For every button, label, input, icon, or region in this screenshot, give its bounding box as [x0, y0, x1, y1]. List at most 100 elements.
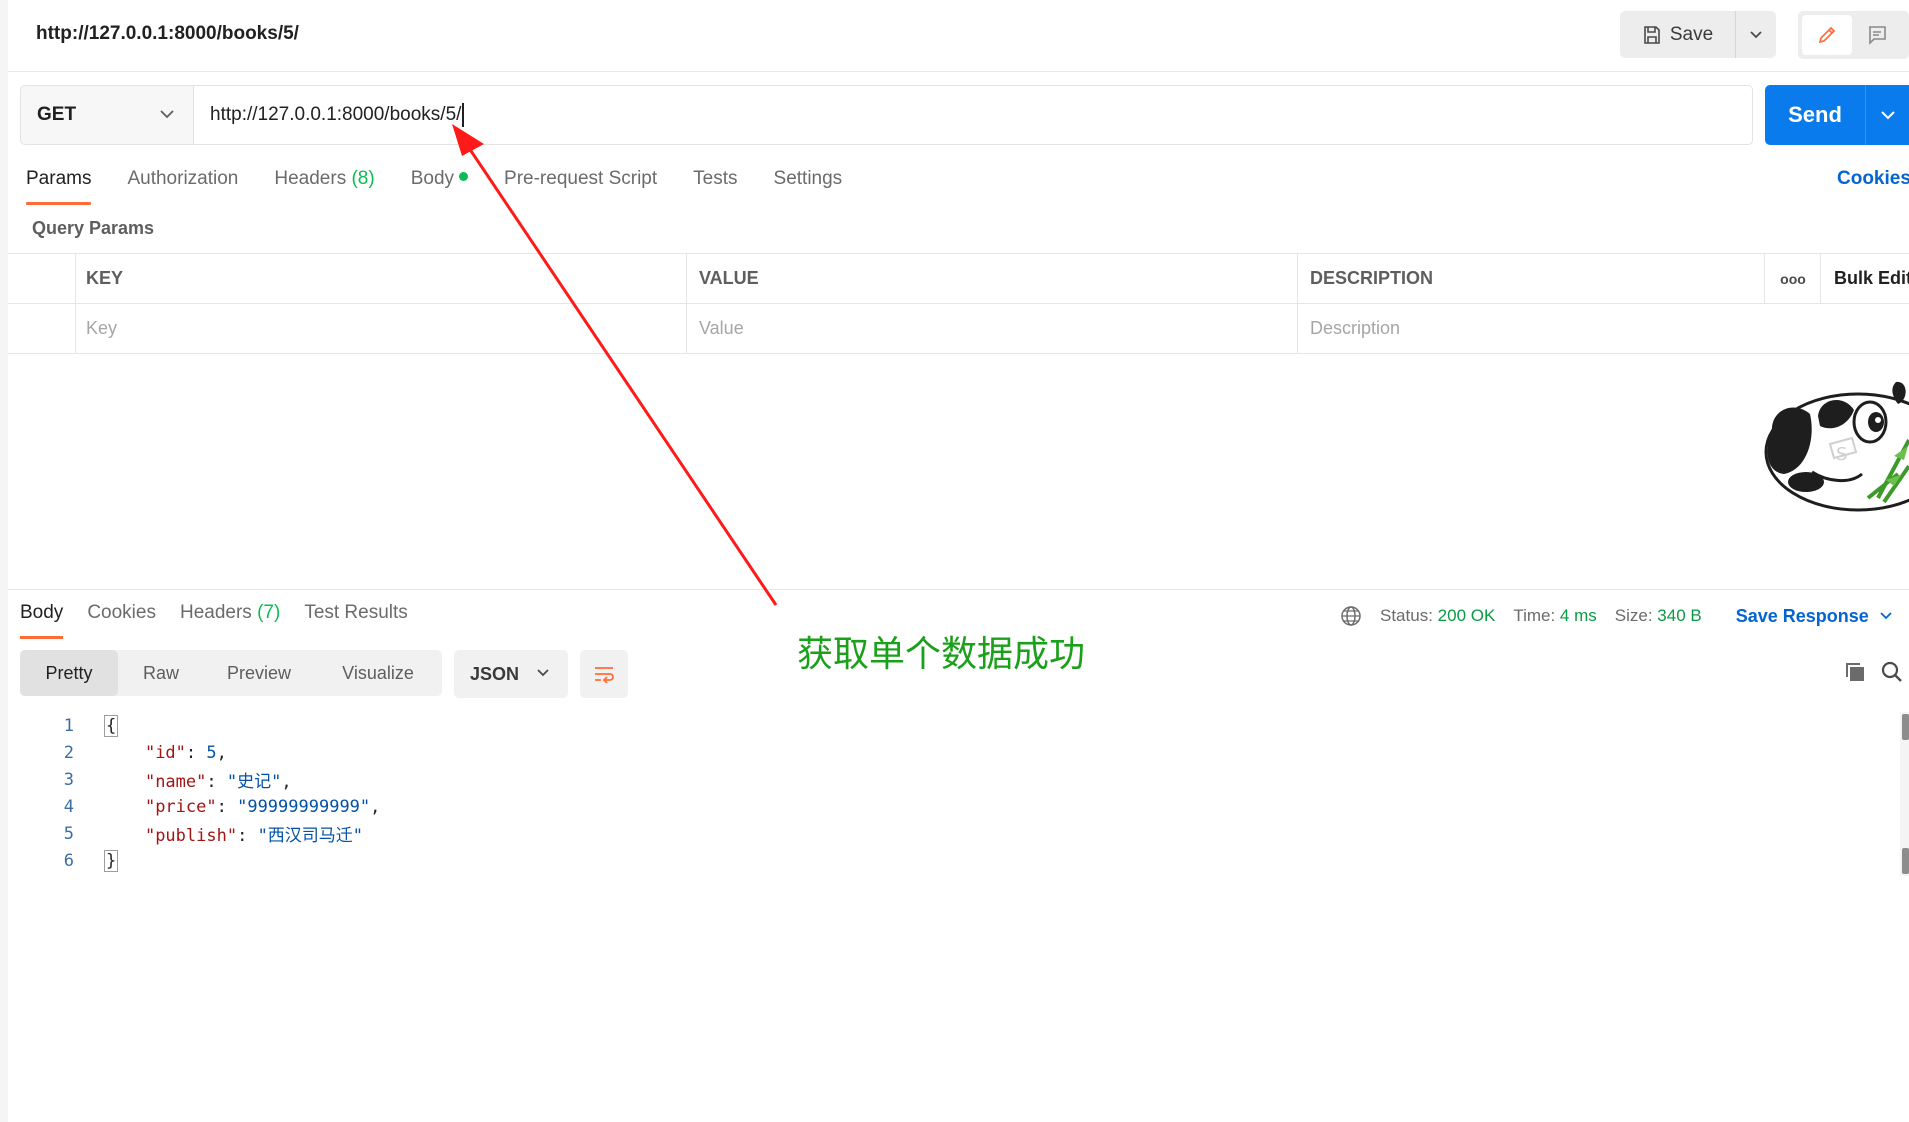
column-divider: [75, 254, 76, 354]
tab-headers[interactable]: Headers (8): [274, 168, 374, 204]
time-indicator[interactable]: Time: 4 ms: [1513, 606, 1596, 626]
description-input[interactable]: Description: [1298, 304, 1898, 353]
save-dropdown-button[interactable]: [1735, 11, 1776, 58]
wrap-lines-icon: [595, 667, 614, 684]
tab-label: Params: [26, 168, 92, 189]
send-label: Send: [1788, 102, 1842, 127]
format-select[interactable]: JSON: [454, 650, 568, 698]
tab-label: Body: [410, 168, 455, 189]
tab-tests[interactable]: Tests: [693, 168, 737, 204]
tab-settings[interactable]: Settings: [774, 168, 843, 204]
column-divider: [1820, 254, 1821, 304]
postman-window: http://127.0.0.1:8000/books/5/ Save GET …: [0, 0, 1909, 1122]
send-dropdown-button[interactable]: [1865, 85, 1909, 145]
status-value: 200 OK: [1437, 606, 1496, 625]
status-indicator[interactable]: Status: 200 OK: [1380, 606, 1495, 626]
format-value: JSON: [470, 663, 520, 684]
save-disk-icon: [1644, 25, 1660, 44]
wrap-lines-button[interactable]: [580, 650, 628, 698]
code-line: 3 "name": "史记",: [20, 766, 1880, 793]
line-number: 5: [63, 823, 74, 844]
query-params-table: KEY VALUE DESCRIPTION ooo Bulk Edit Key …: [8, 253, 1909, 354]
response-tab-body[interactable]: Body: [20, 602, 64, 639]
scrollbar-thumb[interactable]: [1902, 848, 1909, 874]
size-value: 340 B: [1657, 606, 1702, 625]
save-response-button[interactable]: Save Response: [1736, 606, 1893, 627]
json-value: "99999999999": [237, 796, 371, 817]
table-row: Key Value Description: [8, 304, 1909, 354]
time-value: 4 ms: [1559, 606, 1597, 625]
chevron-down-icon: [1880, 111, 1895, 120]
response-tab-headers[interactable]: Headers (7): [180, 602, 280, 638]
bulk-edit-button[interactable]: Bulk Edit: [1822, 254, 1909, 303]
tab-label: Body: [20, 602, 64, 623]
documentation-button[interactable]: [1852, 15, 1902, 55]
svg-text:S: S: [1836, 444, 1847, 465]
chevron-down-icon: [1880, 612, 1892, 620]
json-comma: ,: [370, 796, 381, 817]
search-icon[interactable]: [1880, 660, 1904, 684]
globe-icon[interactable]: [1340, 605, 1362, 627]
response-meta: Status: 200 OK Time: 4 ms Size: 340 B Sa…: [1340, 602, 1893, 630]
tab-label: Test Results: [304, 602, 408, 623]
key-input[interactable]: Key: [74, 304, 620, 353]
pane-divider[interactable]: [8, 589, 1909, 590]
send-button[interactable]: Send: [1765, 85, 1909, 145]
line-number: 1: [63, 715, 74, 736]
json-brace: }: [104, 849, 119, 872]
left-sidebar-edge: [0, 0, 8, 1122]
panda-illustration: S: [1764, 381, 1909, 512]
view-raw[interactable]: Raw: [118, 650, 204, 696]
body-indicator-dot: [459, 172, 469, 181]
headers-count: (8): [351, 168, 375, 189]
view-visualize[interactable]: Visualize: [314, 650, 442, 696]
json-brace: {: [104, 714, 119, 737]
annotation-text: 获取单个数据成功: [797, 634, 1086, 675]
code-line: 2 "id": 5,: [20, 739, 1880, 766]
more-options-button[interactable]: ooo: [1768, 254, 1818, 303]
column-divider: [1764, 254, 1765, 304]
tab-label: Headers: [274, 168, 347, 189]
line-number: 3: [63, 769, 74, 790]
method-select[interactable]: GET: [20, 85, 193, 145]
view-preview[interactable]: Preview: [204, 650, 314, 696]
code-line: 6 }: [20, 847, 1880, 874]
value-input[interactable]: Value: [687, 304, 1233, 353]
save-label: Save: [1669, 23, 1714, 45]
tab-label: Authorization: [127, 168, 239, 189]
json-key: "price": [144, 796, 217, 817]
view-toggle: [1798, 11, 1909, 59]
line-number: 6: [63, 850, 74, 871]
tab-params[interactable]: Params: [26, 168, 92, 205]
comment-icon: [1869, 26, 1886, 45]
url-input[interactable]: http://127.0.0.1:8000/books/5/: [193, 85, 1753, 145]
column-header-description: DESCRIPTION: [1310, 268, 1434, 288]
column-header-value: VALUE: [699, 268, 759, 288]
tab-label: Headers: [179, 602, 252, 623]
edit-mode-button[interactable]: [1802, 15, 1852, 55]
copy-icon[interactable]: [1843, 660, 1867, 684]
method-value: GET: [37, 104, 77, 125]
tab-pre-request-script[interactable]: Pre-request Script: [504, 168, 657, 204]
view-pretty[interactable]: Pretty: [20, 650, 118, 696]
headers-count: (7): [257, 602, 281, 623]
tab-label: Tests: [693, 168, 738, 189]
request-title[interactable]: http://127.0.0.1:8000/books/5/: [36, 23, 299, 45]
save-response-label: Save Response: [1735, 605, 1869, 626]
tab-body[interactable]: Body: [410, 168, 469, 204]
response-tab-test-results[interactable]: Test Results: [304, 602, 407, 638]
response-body-code[interactable]: 1 { 2 "id": 5, 3 "name": "史记", 4 "price"…: [20, 712, 1880, 874]
view-mode-switcher: Pretty Raw Preview Visualize: [20, 650, 442, 696]
scrollbar-thumb[interactable]: [1902, 714, 1909, 740]
response-tabs: Body Cookies Headers (7) Test Results: [20, 602, 432, 639]
response-tab-cookies[interactable]: Cookies: [87, 602, 156, 638]
save-button[interactable]: Save: [1620, 11, 1735, 58]
size-indicator[interactable]: Size: 340 B: [1615, 606, 1702, 626]
chevron-down-icon: [1750, 30, 1762, 38]
column-divider: [1297, 254, 1298, 354]
cookies-link[interactable]: Cookies: [1837, 168, 1909, 190]
time-label: Time:: [1513, 606, 1556, 625]
tab-authorization[interactable]: Authorization: [127, 168, 238, 204]
json-key: "id": [144, 742, 186, 763]
json-key: "publish": [144, 826, 238, 846]
